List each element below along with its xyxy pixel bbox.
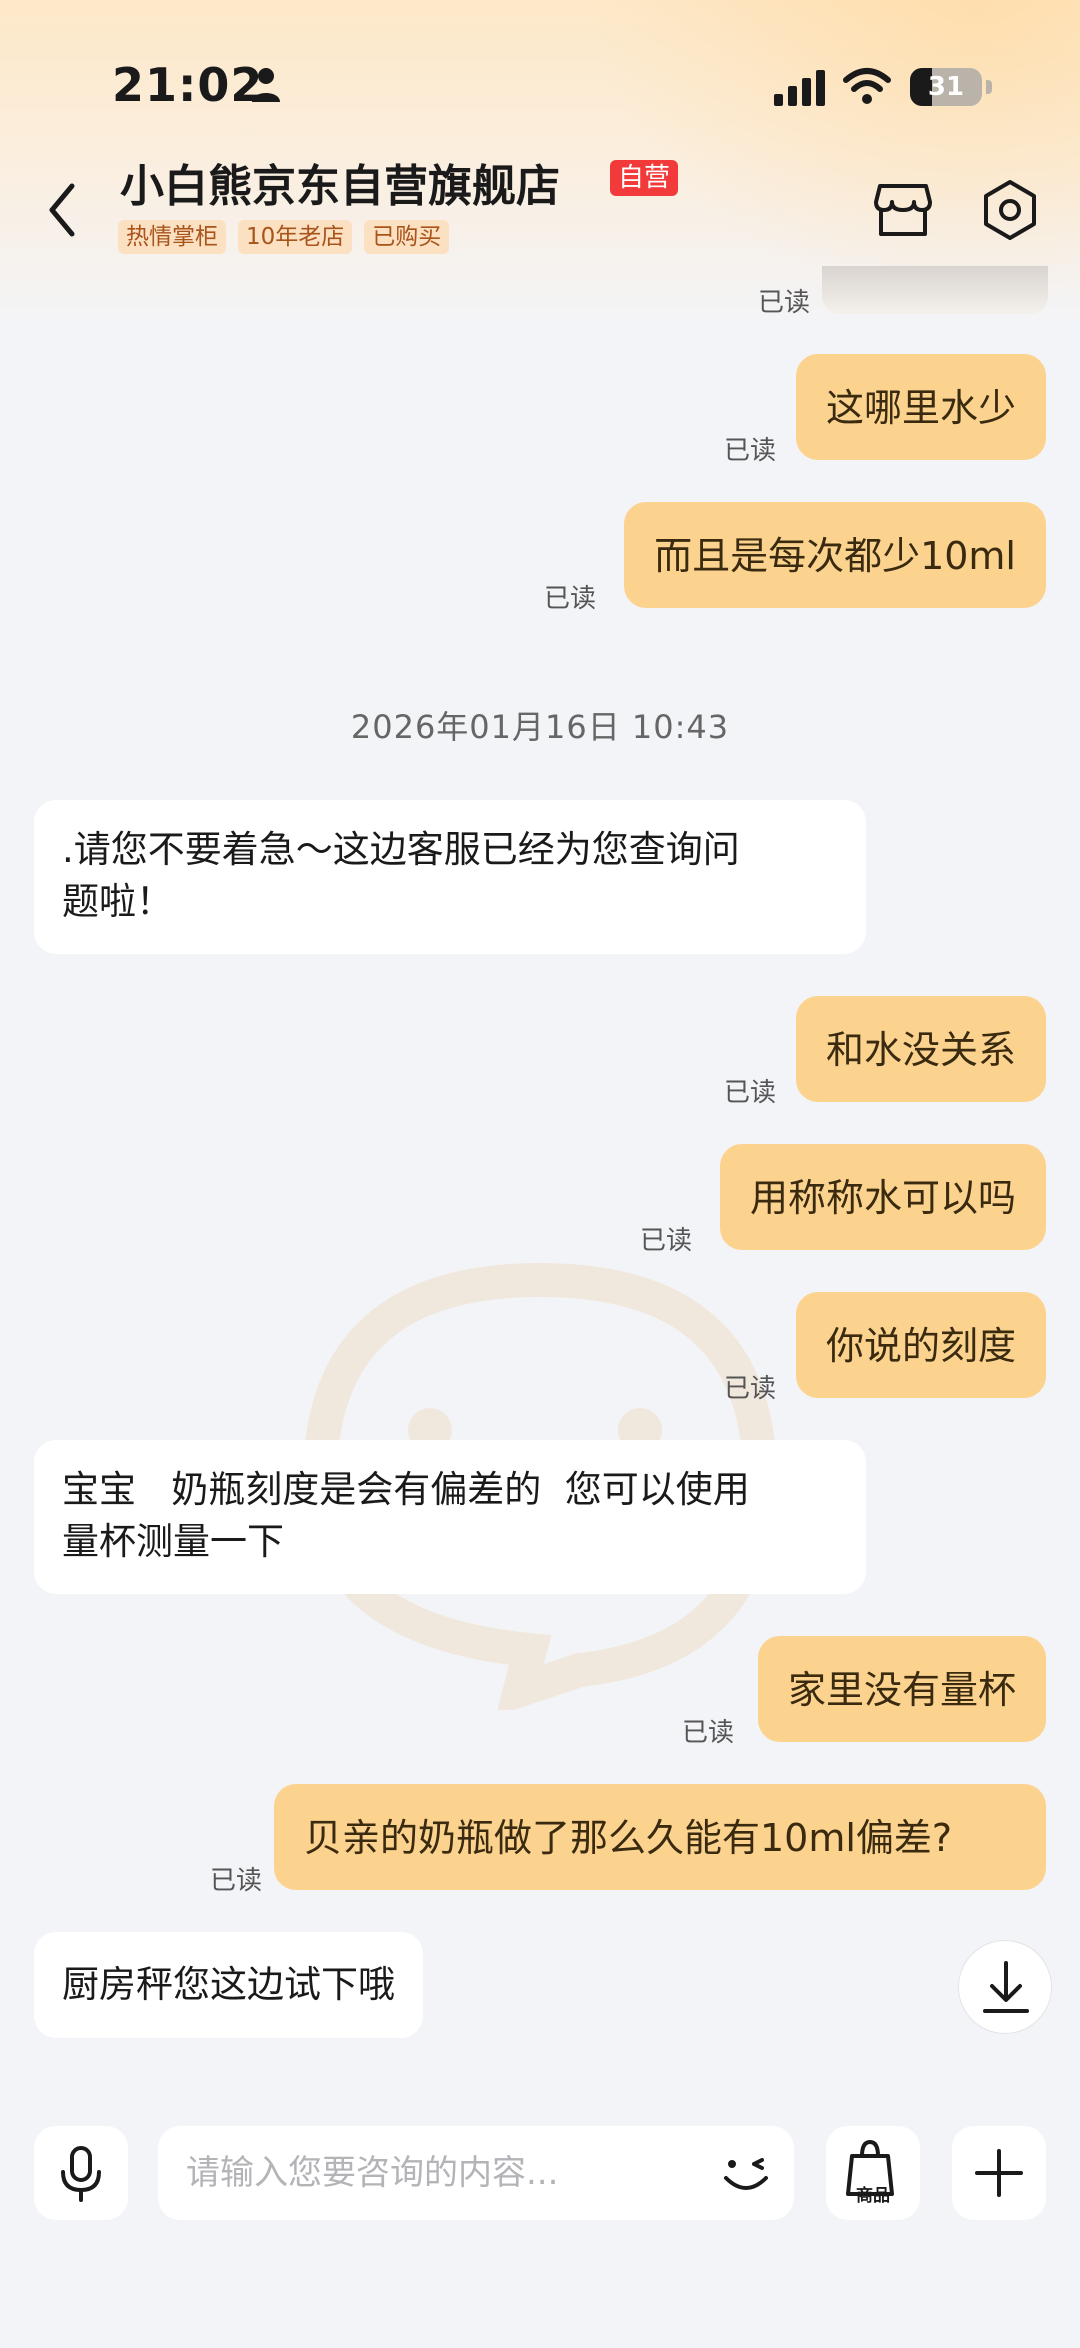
read-receipt: 已读 bbox=[544, 584, 597, 614]
store-icon[interactable] bbox=[872, 180, 934, 240]
goods-label: 商品 bbox=[856, 2186, 890, 2206]
person-icon bbox=[252, 68, 280, 102]
more-button[interactable] bbox=[952, 2126, 1046, 2220]
agent-message[interactable]: 宝宝 奶瓶刻度是会有偏差的 您可以使用 量杯测量一下 bbox=[34, 1440, 866, 1594]
read-receipt: 已读 bbox=[724, 1374, 777, 1404]
shop-tag: 10年老店 bbox=[238, 220, 353, 254]
image-message[interactable] bbox=[822, 266, 1048, 314]
settings-hex-icon[interactable] bbox=[980, 178, 1040, 242]
shop-tags: 热情掌柜 10年老店 已购买 bbox=[118, 220, 450, 254]
input-placeholder: 请输入您要咨询的内容... bbox=[186, 2153, 559, 2193]
chat-header: 小白熊京东自营旗舰店 自营 热情掌柜 10年老店 已购买 bbox=[0, 140, 1080, 270]
back-button[interactable] bbox=[40, 180, 86, 240]
status-time: 21:02 bbox=[112, 58, 264, 112]
voice-button[interactable] bbox=[34, 2126, 128, 2220]
read-receipt: 已读 bbox=[724, 436, 777, 466]
read-receipt: 已读 bbox=[210, 1866, 263, 1896]
self-operated-badge: 自营 bbox=[610, 160, 679, 196]
wifi-icon bbox=[843, 68, 891, 104]
message-line: 厨房秤您这边试下哦 bbox=[62, 1963, 395, 2006]
message-line: 题啦！ bbox=[62, 880, 173, 923]
read-receipt: 已读 bbox=[682, 1718, 735, 1748]
plus-icon bbox=[975, 2149, 1023, 2197]
message-line: 宝宝 奶瓶刻度是会有偏差的 您可以使用 bbox=[62, 1468, 750, 1511]
shop-tag: 已购买 bbox=[364, 220, 450, 254]
battery-cap bbox=[986, 80, 992, 94]
chat-timestamp: 2026年01月16日 10:43 bbox=[350, 708, 730, 746]
emoji-icon[interactable] bbox=[718, 2146, 774, 2202]
read-receipt: 已读 bbox=[724, 1078, 777, 1108]
agent-message[interactable]: .请您不要着急～这边客服已经为您查询问 题啦！ bbox=[34, 800, 866, 954]
microphone-icon bbox=[61, 2146, 101, 2202]
my-message[interactable]: 你说的刻度 bbox=[795, 1292, 1046, 1398]
goods-button[interactable]: 商品 bbox=[826, 2126, 920, 2220]
shop-tag: 热情掌柜 bbox=[118, 220, 226, 254]
my-message[interactable]: 这哪里水少 bbox=[795, 354, 1046, 460]
message-line: 量杯测量一下 bbox=[62, 1520, 284, 1563]
shop-title[interactable]: 小白熊京东自营旗舰店 bbox=[120, 150, 560, 214]
my-message[interactable]: 家里没有量杯 bbox=[757, 1636, 1046, 1742]
battery-percent: 31 bbox=[927, 72, 965, 102]
read-receipt: 已读 bbox=[758, 288, 811, 318]
my-message[interactable]: 而且是每次都少10ml bbox=[624, 502, 1046, 608]
input-bar: 请输入您要咨询的内容... 商品 bbox=[0, 2110, 1080, 2348]
message-input[interactable]: 请输入您要咨询的内容... bbox=[158, 2126, 794, 2220]
download-button[interactable] bbox=[958, 1940, 1052, 2034]
download-icon bbox=[983, 1961, 1029, 2013]
my-message[interactable]: 用称称水可以吗 bbox=[719, 1144, 1046, 1250]
agent-message[interactable]: 厨房秤您这边试下哦 bbox=[34, 1932, 423, 2038]
battery-indicator: 31 bbox=[910, 68, 982, 106]
read-receipt: 已读 bbox=[640, 1226, 693, 1256]
message-line: .请您不要着急～这边客服已经为您查询问 bbox=[62, 828, 740, 871]
my-message[interactable]: 贝亲的奶瓶做了那么久能有10ml偏差? bbox=[274, 1784, 1046, 1890]
cellular-signal-icon bbox=[774, 70, 825, 106]
my-message[interactable]: 和水没关系 bbox=[795, 996, 1046, 1102]
